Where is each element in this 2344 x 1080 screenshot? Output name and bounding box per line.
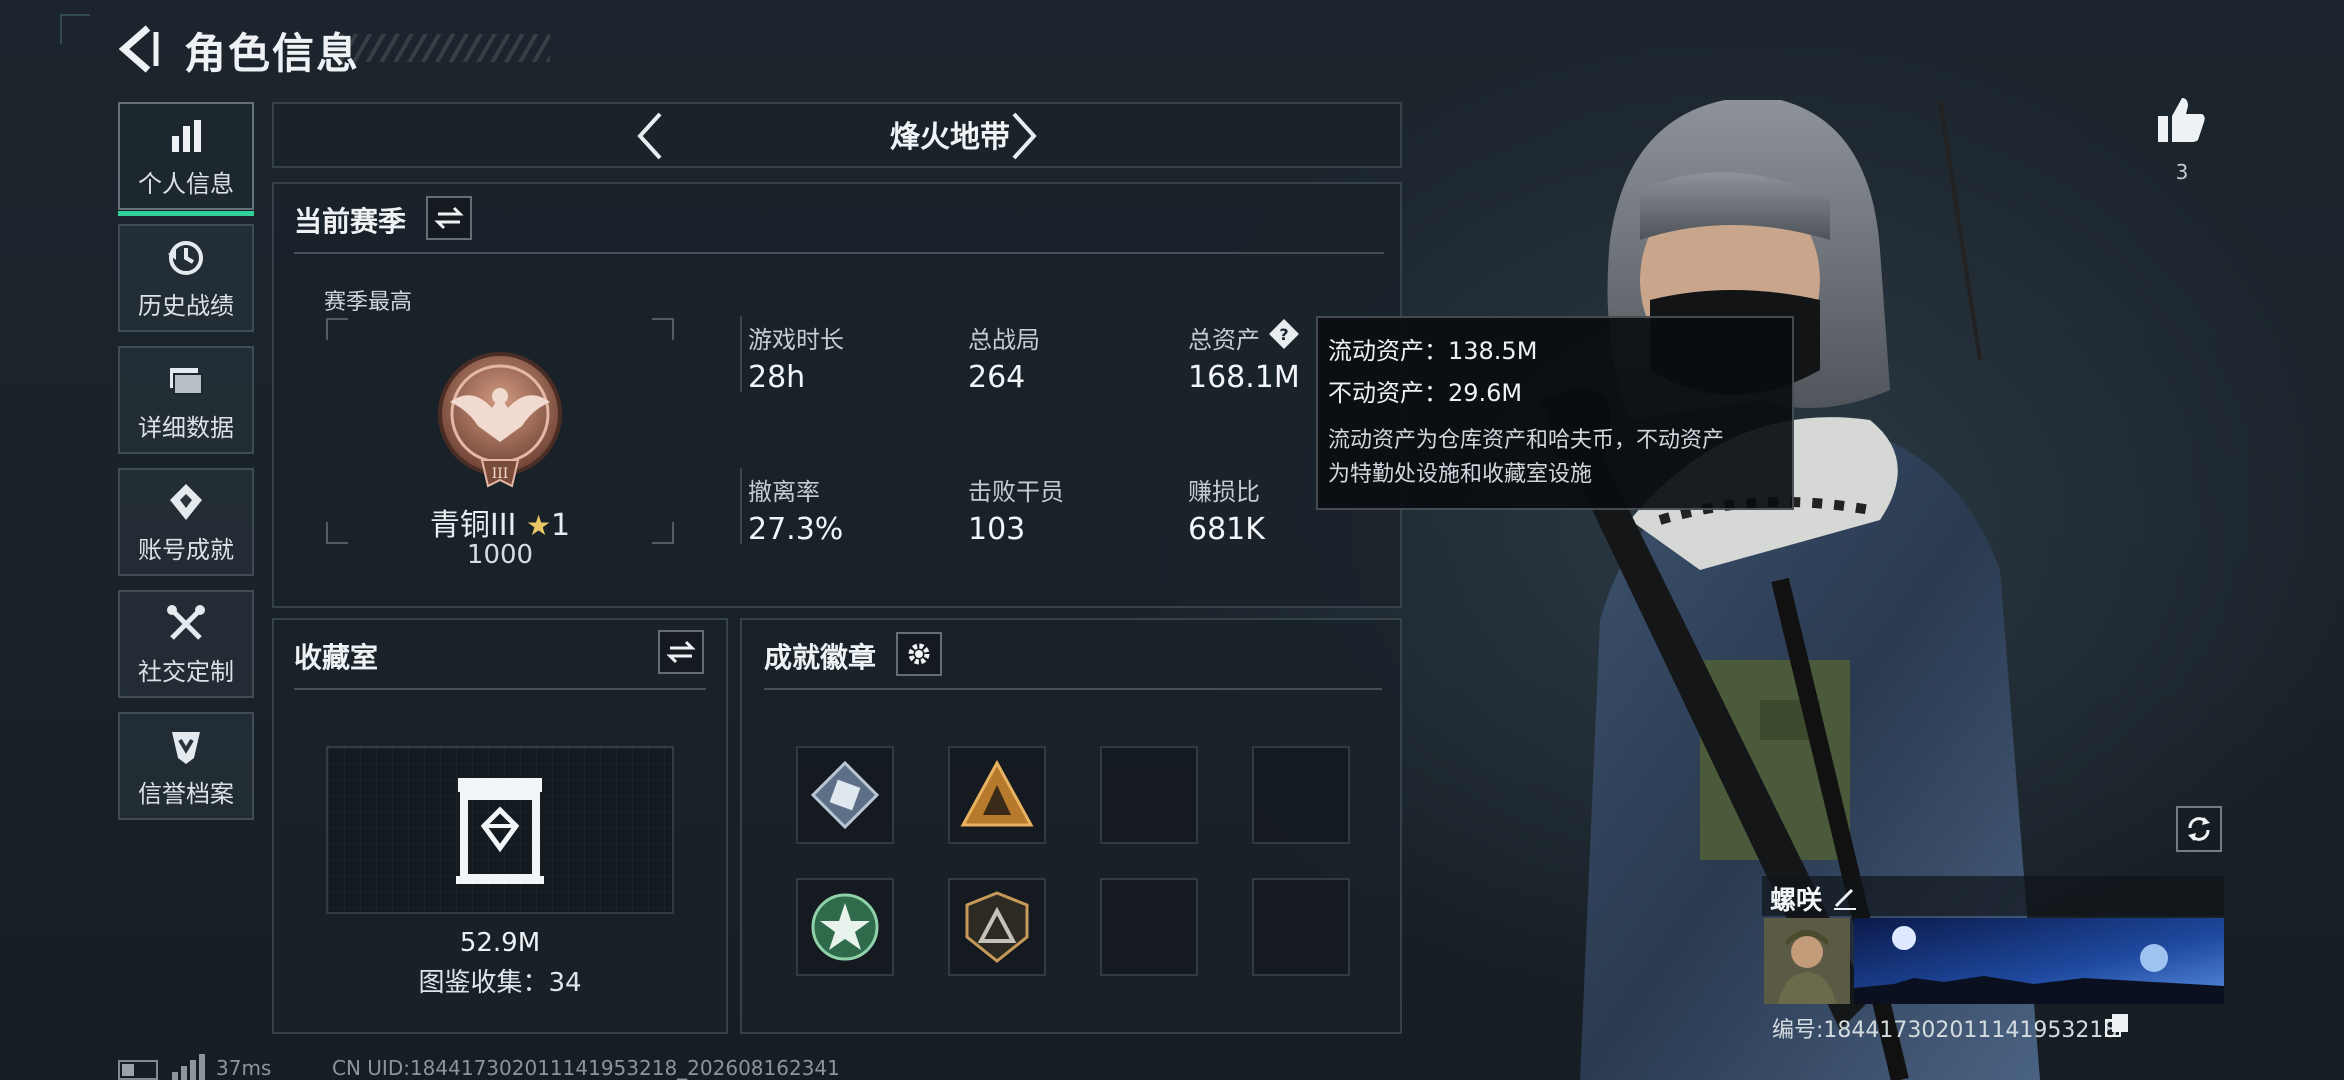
assets-tooltip: 流动资产：138.5M 不动资产：29.6M 流动资产为仓库资产和哈夫币，不动资… [1316, 316, 1794, 510]
stat-divider [740, 316, 742, 392]
stat-value-operators-defeated: 103 [968, 512, 1026, 547]
rank-stars: 1 [551, 508, 571, 543]
tooltip-liquid-assets: 流动资产：138.5M [1328, 337, 1538, 365]
sidebar-item-social-custom[interactable]: 社交定制 [118, 590, 254, 698]
badge-slot-7[interactable] [1100, 878, 1198, 976]
bar-chart-icon [172, 119, 201, 152]
badge-slot-6[interactable] [948, 878, 1046, 976]
title-decoration [340, 34, 550, 62]
footer-uid: CN UID:1844173020111419532​18_2026081623… [332, 1056, 840, 1080]
stat-label-play-time: 游戏时长 [748, 326, 844, 354]
sidebar-item-label: 历史战绩 [138, 291, 234, 320]
achievement-icon [170, 483, 202, 520]
collection-room-icon [456, 778, 544, 884]
copy-icon[interactable] [2104, 1012, 2130, 1038]
sidebar-item-label: 个人信息 [138, 169, 234, 198]
rank-title: 青铜III [429, 508, 517, 543]
stat-divider [740, 468, 742, 544]
collection-title: 收藏室 [294, 641, 379, 674]
badge-slot-8[interactable] [1252, 878, 1350, 976]
stat-value-profit-loss-ratio: 681K [1188, 512, 1265, 547]
bronze-rank-emblem-icon: III [438, 352, 562, 488]
sidebar-item-credit-record[interactable]: 信誉档案 [118, 712, 254, 820]
season-title: 当前赛季 [294, 205, 407, 238]
corner-decoration [60, 14, 90, 44]
star-badge-icon [811, 893, 879, 961]
tooltip-note-line1: 流动资产为仓库资产和哈夫币，不动资产 [1328, 428, 1725, 453]
battery-icon [118, 1060, 158, 1080]
credit-icon [172, 731, 200, 764]
stat-value-play-time: 28h [748, 360, 806, 395]
stat-value-total-matches: 264 [968, 360, 1026, 395]
back-arrow-icon[interactable] [112, 22, 166, 76]
player-id: 编号:1844173020111419532​18 [1772, 1018, 2118, 1043]
badges-settings-button[interactable] [896, 632, 942, 676]
sidebar-item-history[interactable]: 历史战绩 [118, 224, 254, 332]
triangle-badge-icon [960, 759, 1034, 827]
swap-icon [666, 640, 696, 664]
folder-icon [170, 367, 203, 395]
diamond-badge-icon [810, 760, 880, 830]
refresh-icon [2188, 817, 2210, 841]
collection-count: 图鉴收集：34 [418, 968, 582, 998]
sidebar-item-detailed-data[interactable]: 详细数据 [118, 346, 254, 454]
mode-label: 烽火地带 [890, 120, 1010, 155]
help-icon[interactable]: ? [1268, 318, 1300, 350]
edit-name-icon[interactable] [1830, 882, 1860, 912]
svg-text:III: III [492, 466, 509, 482]
badge-slot-3[interactable] [1100, 746, 1198, 844]
season-switch-button[interactable] [426, 196, 472, 240]
thumbs-up-icon[interactable] [2154, 92, 2210, 148]
badge-slot-4[interactable] [1252, 746, 1350, 844]
rank-name: 青铜III ★1 [326, 500, 674, 544]
stat-value-extraction-rate: 27.3% [748, 512, 844, 547]
season-title-divider [294, 252, 1384, 254]
banner-night-sky-image [1854, 918, 2224, 1004]
sidebar-item-label: 信誉档案 [138, 779, 234, 808]
network-ping: 37ms [216, 1056, 272, 1080]
history-icon [168, 240, 203, 275]
badge-slot-2[interactable] [948, 746, 1046, 844]
season-best-label: 赛季最高 [324, 290, 413, 315]
collection-switch-button[interactable] [658, 630, 704, 674]
collection-title-divider [294, 688, 706, 690]
svg-text:?: ? [1279, 325, 1288, 344]
tooltip-note-line2: 为特勤处设施和收藏室设施 [1328, 462, 1593, 487]
page-title: 角色信息 [184, 29, 361, 78]
shield-badge-icon [965, 891, 1029, 963]
rotate-model-button[interactable] [2176, 806, 2222, 852]
sidebar-item-account-achievement[interactable]: 账号成就 [118, 468, 254, 576]
stat-label-extraction-rate: 撤离率 [748, 478, 820, 506]
badge-slot-1[interactable] [796, 746, 894, 844]
swap-icon [434, 206, 464, 230]
player-avatar [1764, 918, 1850, 1004]
gear-icon [908, 643, 930, 665]
player-banner[interactable] [1764, 918, 2224, 1004]
next-mode-arrow-icon[interactable] [1004, 108, 1044, 164]
sidebar-item-label: 详细数据 [138, 413, 234, 442]
player-name: 螺咲 [1770, 886, 1823, 916]
sidebar-item-label: 账号成就 [138, 535, 234, 564]
sidebar-item-label: 社交定制 [138, 657, 234, 686]
badges-title: 成就徽章 [764, 641, 877, 674]
badge-slot-5[interactable] [796, 878, 894, 976]
stat-value-total-assets: 168.1M [1188, 360, 1300, 395]
signal-icon [172, 1054, 205, 1080]
tools-icon [167, 604, 205, 640]
stat-label-total-matches: 总战局 [968, 326, 1040, 354]
badges-title-divider [764, 688, 1382, 690]
rank-score: 1000 [466, 540, 534, 570]
rank-star-icon: ★ [525, 509, 552, 542]
collection-value: 52.9M [459, 928, 541, 958]
prev-mode-arrow-icon[interactable] [630, 108, 670, 164]
stat-label-total-assets: 总资产 [1188, 326, 1260, 354]
sidebar-item-personal-info[interactable]: 个人信息 [118, 102, 254, 216]
like-count: 3 [2175, 160, 2189, 184]
tooltip-fixed-assets: 不动资产：29.6M [1328, 379, 1523, 407]
stat-label-operators-defeated: 击败干员 [968, 478, 1064, 506]
stat-label-profit-loss-ratio: 赚损比 [1188, 478, 1260, 506]
